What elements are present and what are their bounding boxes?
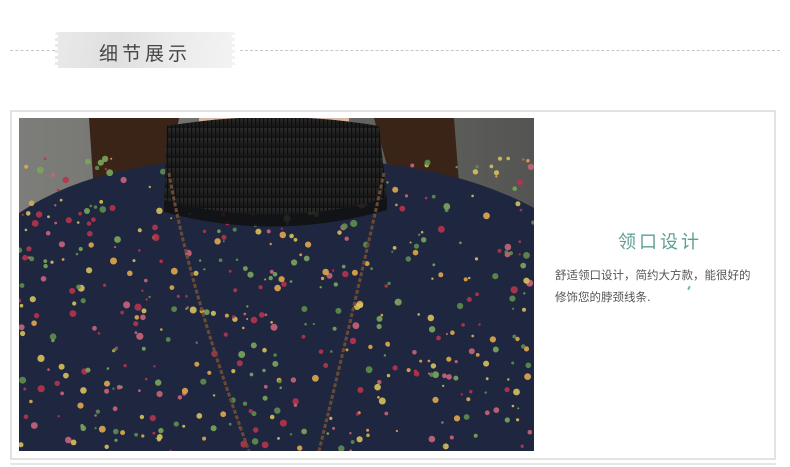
product-detail-photo [19,118,534,451]
detail-description-line-1: 舒适领口设计，简约大方款，能很好的 [555,268,751,282]
header-divider-left [10,50,55,51]
header-divider-right [240,50,780,51]
turtleneck-collar [164,118,387,215]
bottom-divider [10,463,776,465]
section-title: 细节展示 [98,43,191,65]
detail-description-line-2: 修饰您的脖颈线条. [555,290,651,304]
photo-illustration [19,118,534,451]
section-title-tag: 细节展示 [52,32,238,68]
detail-title: 领口设计 [618,232,702,253]
section-header: 细节展示 [0,0,790,100]
detail-description: 舒适领口设计，简约大方款，能很好的 修饰您的脖颈线条. [555,264,775,308]
